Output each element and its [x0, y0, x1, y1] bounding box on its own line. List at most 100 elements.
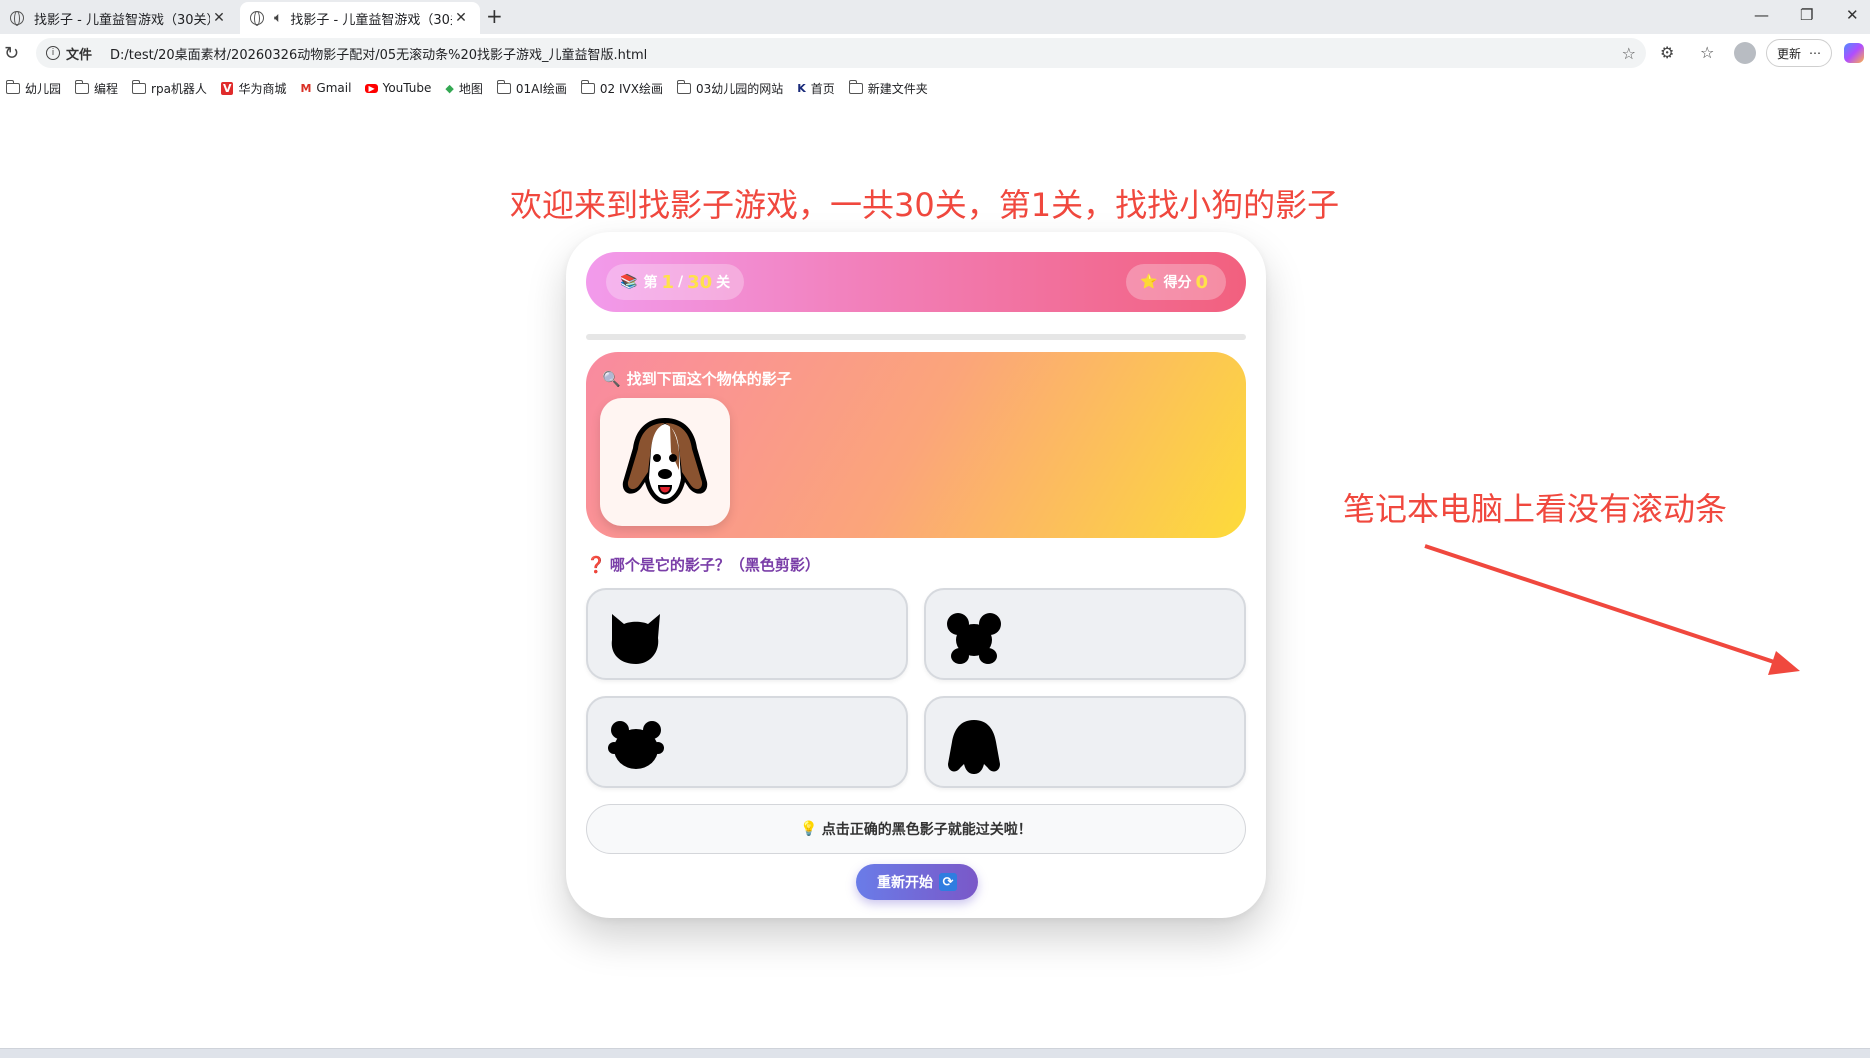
hint-box: 💡 点击正确的黑色影子就能过关啦！	[586, 804, 1246, 854]
bookmark-item[interactable]: ▶ YouTube	[365, 81, 431, 95]
level-suffix: 关	[716, 275, 731, 291]
restart-label: 重新开始	[877, 875, 933, 891]
bookmark-item[interactable]: 03幼儿园的网站	[676, 79, 784, 97]
bookmark-item[interactable]: rpa机器人	[132, 79, 207, 97]
hint-text: 点击正确的黑色影子就能过关啦！	[821, 822, 1032, 838]
close-window-icon[interactable]: ✕	[1846, 6, 1859, 24]
dog-face-icon	[622, 418, 708, 504]
bookmark-label: 编程	[94, 81, 119, 96]
bookmark-label: Gmail	[316, 81, 352, 95]
bookmark-label: 03幼儿园的网站	[695, 81, 784, 96]
bookmark-label: YouTube	[382, 81, 432, 95]
bookmark-item[interactable]: V 华为商城	[220, 80, 286, 97]
gmail-icon: M	[300, 81, 312, 95]
update-button[interactable]: 更新 ⋯	[1766, 39, 1832, 67]
shadow-choice-2[interactable]	[924, 588, 1246, 680]
folder-icon	[496, 79, 511, 94]
header-bar: 📚 第 1 / 30 关 ⭐ 得分 0	[586, 252, 1246, 312]
bookmarks-bar: 幼儿园 编程 rpa机器人 V 华为商城 M Gmail ▶ YouTube ◆ 地图 …	[0, 74, 1870, 102]
reload-icon[interactable]: ↻	[4, 43, 19, 64]
shadow-choice-3[interactable]	[586, 696, 908, 788]
star-icon: ⭐	[1140, 274, 1158, 290]
level-progress-bar	[586, 334, 1246, 340]
k-icon: K	[797, 81, 806, 95]
maps-icon: ◆	[445, 81, 454, 95]
browser-tab-2[interactable]: 🔈︎ 找影子 - 儿童益智游戏（30关） ✕	[240, 2, 480, 34]
extensions-icon[interactable]: ⚙	[1660, 43, 1674, 62]
target-panel: 🔍 找到下面这个物体的影子	[586, 352, 1246, 538]
restart-button[interactable]: 重新开始 ⟳	[856, 864, 978, 900]
huawei-icon: V	[220, 81, 234, 95]
browser-tab-1[interactable]: 找影子 - 儿童益智游戏（30关） ✕	[0, 2, 238, 34]
youtube-icon: ▶	[365, 83, 378, 93]
bookmark-item[interactable]: 02 IVX绘画	[580, 79, 663, 97]
copilot-icon[interactable]	[1844, 43, 1864, 63]
score-value: 0	[1195, 271, 1208, 293]
globe-icon	[10, 11, 24, 26]
profile-avatar[interactable]	[1734, 42, 1756, 64]
bookmark-item[interactable]: 编程	[75, 79, 119, 97]
folder-icon	[132, 79, 147, 94]
favorites-icon[interactable]: ☆	[1700, 43, 1714, 62]
globe-icon	[250, 11, 264, 26]
bookmark-item[interactable]: 新建文件夹	[848, 79, 928, 97]
folder-icon	[6, 79, 20, 94]
mouse-silhouette-icon	[947, 613, 1001, 664]
close-tab-icon[interactable]: ✕	[452, 10, 470, 26]
url-text[interactable]: D:/test/20桌面素材/20260326动物影子配对/05无滚动条%20找…	[110, 44, 1622, 63]
close-tab-icon[interactable]: ✕	[210, 10, 228, 26]
refresh-icon: ⟳	[939, 873, 957, 891]
target-prompt: 🔍 找到下面这个物体的影子	[602, 368, 792, 389]
folder-icon	[75, 79, 90, 94]
score-label: 得分	[1163, 275, 1192, 291]
bookmark-item[interactable]: ◆ 地图	[445, 80, 482, 97]
bookmark-item[interactable]: K 首页	[797, 80, 835, 97]
level-indicator: 📚 第 1 / 30 关	[606, 264, 745, 300]
bookmark-label: 地图	[458, 81, 483, 96]
info-icon[interactable]: i	[46, 46, 60, 60]
bookmark-label: 02 IVX绘画	[599, 81, 663, 96]
level-total: 30	[687, 271, 713, 293]
bear-silhouette-icon	[608, 721, 664, 769]
shadow-choice-1[interactable]	[586, 588, 908, 680]
update-label: 更新	[1777, 46, 1802, 61]
bookmark-item[interactable]: M Gmail	[300, 81, 351, 95]
annotation-top: 欢迎来到找影子游戏，一共30关，第1关，找找小狗的影子	[510, 186, 1340, 224]
question-label: ❓ 哪个是它的影子？（黑色剪影）	[586, 554, 820, 575]
level-icon: 📚	[620, 274, 638, 290]
bookmark-label: 01AI绘画	[515, 81, 567, 96]
dog-silhouette-icon	[948, 720, 1000, 774]
bookmark-item[interactable]: 01AI绘画	[496, 79, 567, 97]
bookmark-label: 幼儿园	[25, 81, 62, 96]
bookmark-label: rpa机器人	[151, 81, 207, 96]
folder-icon	[580, 79, 595, 94]
more-icon[interactable]: ⋯	[1809, 46, 1821, 60]
tab-strip: 找影子 - 儿童益智游戏（30关） ✕ 🔈︎ 找影子 - 儿童益智游戏（30关）…	[0, 0, 1870, 34]
protocol-label: 文件	[66, 47, 93, 63]
level-prefix: 第	[643, 275, 658, 291]
folder-icon	[848, 79, 863, 94]
minimize-icon[interactable]: —	[1754, 6, 1769, 24]
bookmark-label: 新建文件夹	[867, 81, 928, 96]
favorite-star-icon[interactable]: ☆	[1622, 44, 1636, 63]
address-bar[interactable]: i 文件 D:/test/20桌面素材/20260326动物影子配对/05无滚动…	[36, 38, 1646, 68]
browser-toolbar: ↻ i 文件 D:/test/20桌面素材/20260326动物影子配对/05无…	[0, 34, 1870, 74]
lightbulb-icon: 💡	[800, 821, 818, 837]
shadow-choice-4[interactable]	[924, 696, 1246, 788]
level-separator: /	[677, 274, 684, 290]
bookmark-item[interactable]: 幼儿园	[6, 79, 62, 97]
magnifier-icon: 🔍	[602, 369, 621, 388]
new-tab-icon[interactable]: +	[486, 4, 503, 28]
question-mark-icon: ❓	[586, 555, 606, 574]
target-image-tile	[600, 398, 730, 526]
folder-icon	[676, 79, 691, 94]
annotation-right: 笔记本电脑上看没有滚动条	[1343, 490, 1728, 528]
level-current: 1	[661, 271, 674, 293]
tab-title: 找影子 - 儿童益智游戏（30关）	[34, 12, 210, 28]
taskbar-edge	[0, 1048, 1870, 1058]
bookmark-label: 首页	[810, 81, 835, 96]
restore-icon[interactable]: ❐	[1800, 6, 1813, 24]
tab-title: 找影子 - 儿童益智游戏（30关）	[290, 12, 452, 28]
question-text: 哪个是它的影子？（黑色剪影）	[609, 556, 820, 574]
speaker-icon[interactable]: 🔈︎	[274, 10, 282, 26]
